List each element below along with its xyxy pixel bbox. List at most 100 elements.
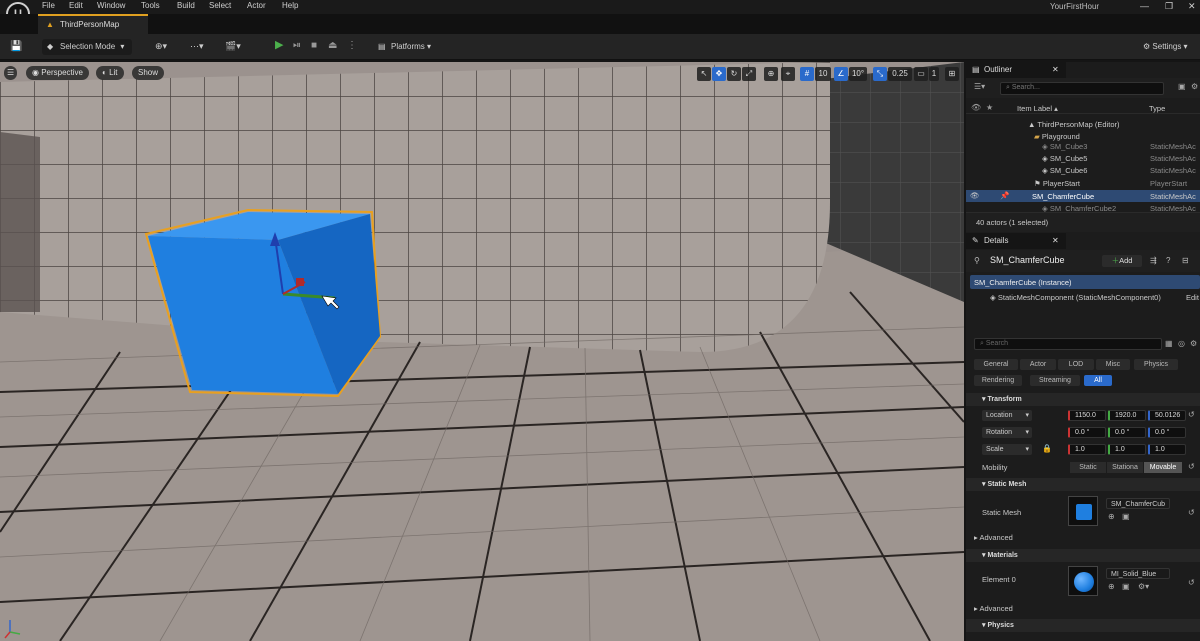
list-item[interactable]: ◈ SM_Cube5 bbox=[1042, 154, 1087, 163]
grid-snap-icon[interactable]: # bbox=[800, 67, 814, 81]
menu-select[interactable]: Select bbox=[209, 1, 231, 10]
browse-icon[interactable]: ⊕ bbox=[1108, 512, 1115, 521]
rotation-dropdown[interactable]: Rotation ▾ bbox=[982, 427, 1032, 438]
maximize-button[interactable]: ❐ bbox=[1165, 1, 1173, 12]
material-thumbnail[interactable] bbox=[1068, 566, 1098, 596]
close-icon[interactable]: ✕ bbox=[1052, 233, 1059, 249]
list-item[interactable]: ◈ SM_Cube3 bbox=[1042, 142, 1087, 151]
filter-icon[interactable]: ☰▾ bbox=[974, 82, 985, 91]
rotation-snap-icon[interactable]: ∠ bbox=[834, 67, 848, 81]
view-mode-button[interactable]: ◐ Lit bbox=[96, 66, 124, 80]
scale-snap-icon[interactable]: ⤡ bbox=[873, 67, 887, 81]
transform-section-header[interactable]: ▾ Transform bbox=[966, 393, 1200, 406]
pin-icon[interactable]: 📌 bbox=[1000, 191, 1009, 200]
scale-x-field[interactable]: 1.0 bbox=[1068, 444, 1106, 455]
column-item-label[interactable]: Item Label ▴ bbox=[1017, 104, 1058, 113]
step-icon[interactable]: ⏯ bbox=[293, 40, 301, 51]
close-icon[interactable]: ✕ bbox=[1052, 62, 1059, 78]
camera-speed-icon[interactable]: ▭ bbox=[914, 67, 928, 81]
mobility-stationary[interactable]: Stationa bbox=[1107, 462, 1143, 473]
stop-icon[interactable]: ■ bbox=[311, 40, 317, 51]
mobility-movable[interactable]: Movable bbox=[1144, 462, 1182, 473]
rotation-z-field[interactable]: 0.0 ° bbox=[1148, 427, 1186, 438]
blueprint-icon[interactable]: ⋯▾ bbox=[190, 41, 204, 52]
table-view-icon[interactable]: ▦ bbox=[1165, 339, 1173, 348]
reset-icon[interactable]: ↺ bbox=[1188, 578, 1195, 587]
platforms-dropdown[interactable]: ▤ Platforms ▾ bbox=[375, 39, 440, 55]
rotate-tool-icon[interactable]: ↻ bbox=[727, 67, 741, 81]
world-space-icon[interactable]: ⊕ bbox=[764, 67, 778, 81]
gear-icon[interactable]: ⚙ bbox=[1190, 339, 1197, 348]
scale-tool-icon[interactable]: ⤢ bbox=[742, 67, 756, 81]
physics-section-header[interactable]: ▾ Physics bbox=[966, 619, 1200, 632]
perspective-button[interactable]: ◉ Perspective bbox=[26, 66, 89, 80]
menu-file[interactable]: File bbox=[42, 1, 55, 10]
close-button[interactable]: ✕ bbox=[1188, 1, 1196, 12]
more-options-icon[interactable]: ⋮ bbox=[347, 40, 357, 51]
camera-speed-value[interactable]: 1 bbox=[929, 67, 939, 81]
component-row[interactable]: ◈ StaticMeshComponent (StaticMeshCompone… bbox=[990, 293, 1161, 302]
add-component-button[interactable]: ＋Add bbox=[1102, 255, 1142, 267]
play-icon[interactable]: ▶ bbox=[275, 38, 283, 51]
cinematics-icon[interactable]: 🎬▾ bbox=[225, 41, 241, 52]
menu-tools[interactable]: Tools bbox=[141, 1, 160, 10]
selection-mode-dropdown[interactable]: ◆ Selection Mode ▾ bbox=[42, 39, 132, 55]
tab-outliner[interactable]: ▤ Outliner ✕ bbox=[966, 62, 1066, 78]
actor-name-field[interactable]: SM_ChamferCube bbox=[990, 255, 1065, 265]
reset-icon[interactable]: ↺ bbox=[1188, 508, 1195, 517]
location-z-field[interactable]: 50.0126 bbox=[1148, 410, 1186, 421]
browse-icon[interactable]: ⊕ bbox=[1108, 582, 1115, 591]
static-mesh-section-header[interactable]: ▾ Static Mesh bbox=[966, 478, 1200, 491]
options-icon[interactable]: ⊟ bbox=[1182, 256, 1189, 265]
visibility-icon[interactable]: 👁 bbox=[970, 191, 980, 200]
mobility-static[interactable]: Static bbox=[1070, 462, 1106, 473]
rotation-snap-value[interactable]: 10° bbox=[849, 67, 867, 81]
location-x-field[interactable]: 1150.0 bbox=[1068, 410, 1106, 421]
material-picker[interactable]: MI_Solid_Blue bbox=[1106, 568, 1170, 579]
grid-snap-value[interactable]: 10 bbox=[815, 67, 831, 81]
tab-details[interactable]: ✎ Details ✕ bbox=[966, 233, 1066, 249]
lock-icon[interactable]: 🔒 bbox=[1042, 444, 1052, 453]
menu-actor[interactable]: Actor bbox=[247, 1, 266, 10]
level-viewport[interactable]: ☰ ◉ Perspective ◐ Lit Show ↖ ✥ ↻ ⤢ ⊕ ⌖ #… bbox=[0, 62, 964, 641]
category-actor[interactable]: Actor bbox=[1020, 359, 1056, 370]
scale-dropdown[interactable]: Scale ▾ bbox=[982, 444, 1032, 455]
list-item[interactable]: ⚑ PlayerStart bbox=[1034, 179, 1080, 188]
options-icon[interactable]: ⚙▾ bbox=[1138, 582, 1149, 591]
viewport-menu-button[interactable]: ☰ bbox=[4, 66, 18, 80]
rotation-y-field[interactable]: 0.0 ° bbox=[1108, 427, 1146, 438]
tab-third-person-map[interactable]: ▲ ThirdPersonMap bbox=[38, 14, 148, 34]
eye-icon[interactable]: ◎ bbox=[1178, 339, 1185, 348]
surface-snap-icon[interactable]: ⌖ bbox=[781, 67, 795, 81]
minimize-button[interactable]: — bbox=[1140, 1, 1149, 11]
list-item-selected[interactable]: 👁 📌 SM_ChamferCube StaticMeshAc bbox=[966, 190, 1200, 202]
location-y-field[interactable]: 1920.0 bbox=[1108, 410, 1146, 421]
static-mesh-picker[interactable]: SM_ChamferCub bbox=[1106, 498, 1170, 509]
scale-z-field[interactable]: 1.0 bbox=[1148, 444, 1186, 455]
help-icon[interactable]: ? bbox=[1166, 256, 1170, 265]
outliner-search-input[interactable]: ⌕ Search... bbox=[1000, 82, 1164, 95]
column-type[interactable]: Type bbox=[1149, 104, 1165, 113]
category-misc[interactable]: Misc bbox=[1096, 359, 1130, 370]
menu-help[interactable]: Help bbox=[282, 1, 298, 10]
list-item[interactable]: ◈ SM_Cube6 bbox=[1042, 166, 1087, 175]
category-all[interactable]: All bbox=[1084, 375, 1112, 386]
materials-section-header[interactable]: ▾ Materials bbox=[966, 549, 1200, 562]
menu-edit[interactable]: Edit bbox=[69, 1, 83, 10]
materials-advanced[interactable]: ▸ Advanced bbox=[974, 604, 1013, 613]
add-content-icon[interactable]: ⊕▾ bbox=[155, 41, 167, 52]
category-lod[interactable]: LOD bbox=[1058, 359, 1094, 370]
component-instance-row[interactable]: SM_ChamferCube (Instance) bbox=[970, 275, 1200, 289]
translate-tool-icon[interactable]: ✥ bbox=[712, 67, 726, 81]
show-button[interactable]: Show bbox=[132, 66, 165, 80]
category-rendering[interactable]: Rendering bbox=[974, 375, 1022, 386]
reset-icon[interactable]: ↺ bbox=[1188, 462, 1195, 471]
category-streaming[interactable]: Streaming bbox=[1030, 375, 1080, 386]
list-item[interactable]: ▲ ThirdPersonMap (Editor) bbox=[1028, 120, 1120, 129]
location-dropdown[interactable]: Location ▾ bbox=[982, 410, 1032, 421]
save-icon[interactable]: 💾 bbox=[10, 41, 22, 52]
menu-window[interactable]: Window bbox=[97, 1, 125, 10]
gear-icon[interactable]: ⚙ bbox=[1191, 82, 1198, 91]
category-physics[interactable]: Physics bbox=[1134, 359, 1178, 370]
category-general[interactable]: General bbox=[974, 359, 1018, 370]
